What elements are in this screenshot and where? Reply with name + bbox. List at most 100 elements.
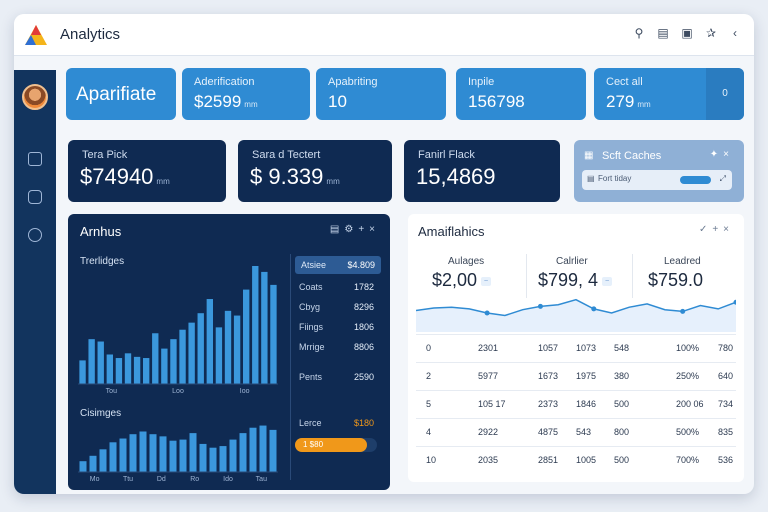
expand-icon[interactable]: ⤢ xyxy=(720,174,726,184)
bar xyxy=(261,271,268,384)
stat-label: Sara d Tectert xyxy=(252,149,321,161)
link-icon[interactable] xyxy=(28,228,42,242)
stat-label: Tera Pick xyxy=(82,149,128,161)
table-cell: 2 xyxy=(426,371,432,381)
table-cell: 734 xyxy=(718,399,734,409)
data-point xyxy=(537,303,543,309)
bar xyxy=(88,339,95,384)
right-analytics-panel: Amaiflahics ✓+× Aulages $2,00 ~ Calrlier … xyxy=(408,214,744,482)
bar xyxy=(239,433,247,472)
panel-actions[interactable]: ▤⚙+× xyxy=(330,224,380,235)
app-logo-icon xyxy=(25,25,47,45)
tick-label: Dd xyxy=(157,476,166,482)
cache-row-icon: ▤ xyxy=(587,174,595,183)
legend-label: Cbyg xyxy=(299,302,321,312)
data-table: 0 2301 1057 1073 548 100% 780 2 5977 1673 1975 380 2… xyxy=(416,334,736,474)
kpi-card-3[interactable]: Apabriting 10 xyxy=(316,68,446,120)
tick-label: Tau xyxy=(256,476,267,482)
cache-title: Scft Caches xyxy=(602,150,662,162)
cache-card[interactable]: ▦ Scft Caches ✦× ▤ Fort tiday ⤢ xyxy=(574,140,744,202)
stat-value: $2,00 ~ xyxy=(432,270,492,291)
legend-value: 8296 xyxy=(353,302,374,312)
legend-head[interactable]: Atsiee $4.809 xyxy=(295,256,381,274)
bar xyxy=(99,449,107,472)
bar xyxy=(79,461,87,472)
legend-label: Pents xyxy=(299,372,323,382)
stat-value: $ 9.339 mm xyxy=(250,164,340,189)
kpi-label: Cect all xyxy=(606,76,643,88)
panel-title: Amaiflahics xyxy=(418,224,485,239)
table-cell: 780 xyxy=(718,343,734,353)
kpi-card-2[interactable]: Aderification $2599 mm xyxy=(182,68,310,120)
progress-fill: 1 $80 xyxy=(295,438,368,452)
table-cell: 200 06 xyxy=(676,399,704,409)
table-cell: 5 xyxy=(426,399,432,409)
table-cell: 4875 xyxy=(538,427,559,437)
table-row[interactable]: 10 2035 2851 1005 500 700% 536 xyxy=(416,446,736,474)
kpi-toggle-button[interactable]: 0 xyxy=(706,68,744,120)
table-cell: 5977 xyxy=(478,371,499,381)
bar xyxy=(169,440,177,472)
bar xyxy=(224,310,232,384)
table-cell: 548 xyxy=(614,343,630,353)
table-cell: 10 xyxy=(426,455,437,465)
bar xyxy=(270,284,277,384)
tick-label: Ro xyxy=(190,476,199,482)
table-row[interactable]: 0 2301 1057 1073 548 100% 780 xyxy=(416,334,736,362)
cache-actions[interactable]: ✦× xyxy=(710,149,734,160)
bar xyxy=(106,354,113,384)
data-point xyxy=(484,310,490,316)
kpi-card-4[interactable]: Inpile 156798 xyxy=(456,68,586,120)
bar xyxy=(149,434,157,472)
document-icon[interactable]: ▤ xyxy=(656,26,670,40)
table-cell: 1057 xyxy=(538,343,559,353)
table-cell: 4 xyxy=(426,427,432,437)
kpi-label: Aderification xyxy=(194,76,255,88)
table-cell: 2373 xyxy=(538,399,559,409)
tick-label: Ido xyxy=(223,476,233,482)
progress-label: Lerce xyxy=(299,418,322,428)
image-icon[interactable]: ▣ xyxy=(680,26,694,40)
table-cell: 0 xyxy=(426,343,432,353)
stat-card-1[interactable]: Tera Pick $74940 mm xyxy=(68,140,226,202)
table-cell: 1073 xyxy=(576,343,597,353)
calendar-icon[interactable] xyxy=(28,152,42,166)
bar xyxy=(189,433,197,472)
device-icon[interactable] xyxy=(28,190,42,204)
table-row[interactable]: 2 5977 1673 1975 380 250% 640 xyxy=(416,362,736,390)
kpi-label: Inpile xyxy=(468,76,495,88)
table-cell: 2922 xyxy=(478,427,499,437)
legend-label: Fiings xyxy=(299,322,324,332)
table-row[interactable]: 4 2922 4875 543 800 500% 835 xyxy=(416,418,736,446)
bar xyxy=(252,266,259,384)
stat-card-3[interactable]: Fanirl Flack 15,4869 xyxy=(404,140,560,202)
legend-value: 8806 xyxy=(353,342,374,352)
settings-icon[interactable]: ✰ xyxy=(704,26,718,40)
data-point xyxy=(591,306,597,312)
stat-card-2[interactable]: Sara d Tectert $ 9.339 mm xyxy=(238,140,392,202)
kpi-value: Aparifiate xyxy=(76,84,157,105)
panel-actions[interactable]: ✓+× xyxy=(699,224,734,235)
table-row[interactable]: 5 105 17 2373 1846 500 200 06 734 xyxy=(416,390,736,418)
bar xyxy=(209,447,217,472)
legend-value: 2590 xyxy=(353,372,374,382)
bar xyxy=(179,439,187,472)
cache-icon: ▦ xyxy=(584,150,594,161)
kpi-card-5[interactable]: Cect all 279 mm 0 xyxy=(594,68,744,120)
bar xyxy=(119,438,127,472)
progress-bar[interactable]: 1 $80 xyxy=(295,438,377,452)
search-icon[interactable]: ⚲ xyxy=(632,26,646,40)
cache-row[interactable]: ▤ Fort tiday ⤢ xyxy=(582,170,732,190)
bar xyxy=(269,429,277,472)
avatar[interactable] xyxy=(22,84,48,110)
cache-progress-bar xyxy=(680,176,711,184)
table-cell: 536 xyxy=(718,455,734,465)
table-cell: 250% xyxy=(676,371,700,381)
bar xyxy=(188,322,195,384)
stat-value: $74940 mm xyxy=(80,164,170,189)
bar xyxy=(197,313,204,384)
chevron-left-icon[interactable]: ‹ xyxy=(728,26,742,40)
kpi-card-1[interactable]: Aparifiate xyxy=(66,68,176,120)
kpi-value: 279 mm xyxy=(606,92,651,111)
bar xyxy=(133,356,141,384)
